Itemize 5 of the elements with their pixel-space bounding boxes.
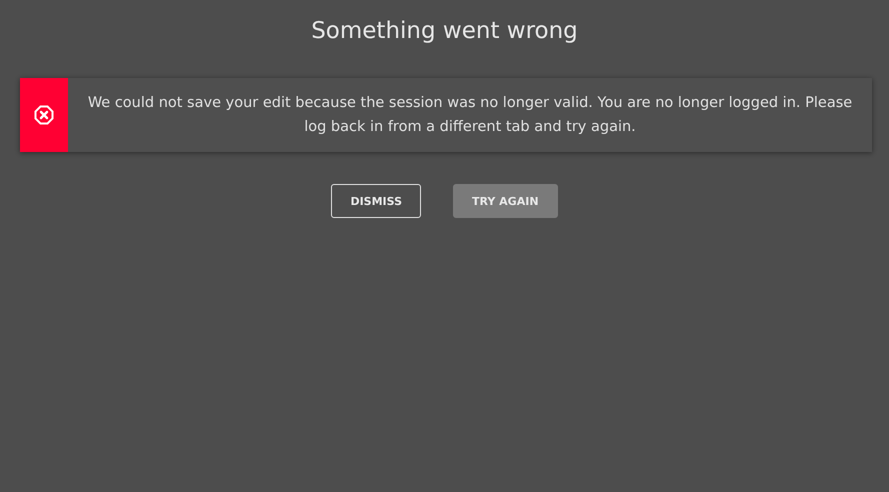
error-message: We could not save your edit because the session was no longer valid. You are no longer logged in. Please log back in from a different tab and try again. [86,94,854,137]
dismiss-button[interactable]: DISMISS [331,184,421,218]
try-again-button[interactable]: TRY AGAIN [453,184,558,218]
dialog-title: Something went wrong [311,18,578,44]
error-icon [34,105,54,125]
